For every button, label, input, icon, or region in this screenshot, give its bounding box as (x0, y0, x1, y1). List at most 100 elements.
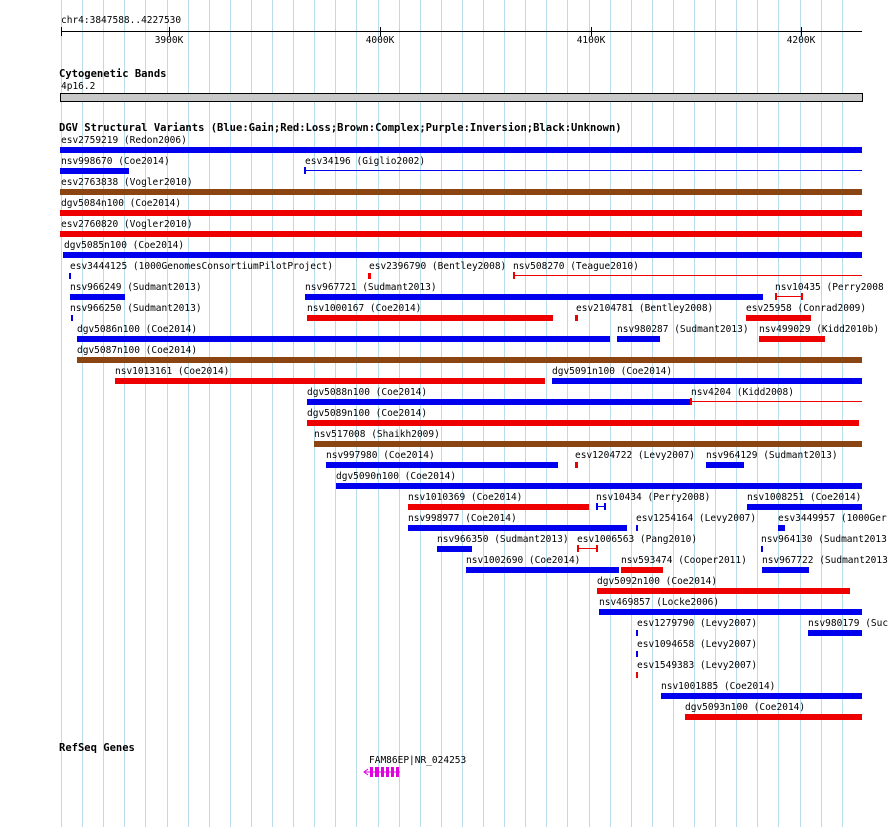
variant-label: esv1549383 (Levy2007) (637, 660, 758, 671)
cytoband-track-title[interactable]: Cytogenetic Bands (59, 68, 166, 80)
variant-bar-loss[interactable] (685, 714, 862, 720)
variant-label: esv1006563 (Pang2010) (577, 534, 698, 545)
variant-label: esv1094658 (Levy2007) (637, 639, 758, 650)
variant-label: esv2763838 (Vogler2010) (61, 177, 193, 188)
variant-bar-gain[interactable] (661, 693, 862, 699)
variant-label: dgv5084n100 (Coe2014) (61, 198, 182, 209)
variant-bar-loss-thin[interactable] (691, 401, 862, 402)
variant-bar-gain[interactable] (466, 567, 619, 573)
variant-bar-loss[interactable] (759, 336, 825, 342)
variant-bar-gain[interactable] (305, 294, 763, 300)
variant-bar-gain[interactable] (599, 609, 862, 615)
ruler-axis (61, 31, 862, 32)
dgv-track-title[interactable]: DGV Structural Variants (Blue:Gain;Red:L… (59, 122, 622, 134)
variant-bar-loss[interactable] (408, 504, 589, 510)
variant-label: esv3449957 (1000Ger (778, 513, 887, 524)
variant-label: esv2760820 (Vogler2010) (61, 219, 193, 230)
variant-bar-gain[interactable] (808, 630, 862, 636)
variant-bar-gain[interactable] (71, 315, 73, 321)
variant-label: esv2396790 (Bentley2008) (369, 261, 507, 272)
variant-label: dgv5087n100 (Coe2014) (77, 345, 198, 356)
variant-bar-loss[interactable] (746, 315, 811, 321)
cytoband-4p16-2[interactable] (60, 93, 863, 102)
variant-bar-complex[interactable] (77, 357, 862, 363)
variant-label: nsv964129 (Sudmant2013) (706, 450, 838, 461)
cytoband-label: 4p16.2 (61, 81, 96, 92)
variant-bar-gain-thin[interactable] (305, 170, 862, 171)
variant-label: dgv5089n100 (Coe2014) (307, 408, 428, 419)
variant-label: nsv1013161 (Coe2014) (115, 366, 230, 377)
variant-bar-gain[interactable] (617, 336, 660, 342)
variant-bar-loss-thin[interactable] (577, 548, 598, 549)
variant-bar-loss[interactable] (307, 420, 859, 426)
variant-label: dgv5091n100 (Coe2014) (552, 366, 673, 377)
variant-bar-gain[interactable] (60, 147, 862, 153)
variant-label: nsv469857 (Locke2006) (599, 597, 720, 608)
genome-browser-view: chr4:3847588..4227530 3900K 4000K 4100K … (0, 0, 890, 827)
variant-bar-gain[interactable] (69, 273, 71, 279)
grid-line (673, 0, 674, 827)
variant-bar-tick (304, 167, 306, 174)
variant-label: esv3444125 (1000GenomesConsortiumPilotPr… (70, 261, 334, 272)
grid-line (631, 0, 632, 827)
variant-bar-tick (604, 503, 606, 510)
variant-label: nsv517008 (Shaikh2009) (314, 429, 440, 440)
variant-bar-loss-thin[interactable] (775, 296, 803, 297)
variant-label: nsv508270 (Teague2010) (513, 261, 639, 272)
gene-model-fam86ep[interactable] (360, 765, 404, 779)
variant-bar-gain[interactable] (307, 399, 690, 405)
variant-bar-loss[interactable] (575, 315, 578, 321)
variant-bar-gain[interactable] (747, 504, 862, 510)
variant-bar-loss[interactable] (60, 231, 862, 237)
variant-bar-gain[interactable] (70, 294, 125, 300)
variant-bar-complex[interactable] (314, 441, 862, 447)
variant-bar-loss[interactable] (597, 588, 850, 594)
variant-bar-loss[interactable] (307, 315, 553, 321)
ruler-start-tick (61, 27, 62, 36)
variant-label: nsv998977 (Coe2014) (408, 513, 517, 524)
variant-bar-gain[interactable] (636, 651, 638, 657)
variant-bar-gain[interactable] (706, 462, 744, 468)
variant-bar-gain[interactable] (762, 567, 809, 573)
coordinate-label: chr4:3847588..4227530 (61, 15, 182, 26)
variant-bar-loss[interactable] (115, 378, 545, 384)
variant-bar-gain[interactable] (63, 252, 862, 258)
variant-bar-gain[interactable] (408, 525, 627, 531)
grid-line (821, 0, 822, 827)
variant-bar-loss[interactable] (621, 567, 663, 573)
variant-bar-gain[interactable] (326, 462, 558, 468)
variant-label: nsv1000167 (Coe2014) (307, 303, 422, 314)
variant-label: esv34196 (Giglio2002) (305, 156, 426, 167)
variant-bar-gain[interactable] (636, 630, 638, 636)
variant-label: nsv1010369 (Coe2014) (408, 492, 523, 503)
variant-label: nsv966249 (Sudmant2013) (70, 282, 202, 293)
variant-bar-loss-thin[interactable] (513, 275, 862, 276)
variant-bar-loss[interactable] (60, 210, 862, 216)
variant-bar-tick (690, 398, 692, 405)
variant-bar-loss[interactable] (636, 672, 638, 678)
ruler-label-4200k: 4200K (786, 35, 816, 46)
variant-label: nsv964130 (Sudmant2013 (761, 534, 887, 545)
variant-bar-gain[interactable] (437, 546, 472, 552)
variant-label: dgv5090n100 (Coe2014) (336, 471, 457, 482)
variant-bar-gain[interactable] (77, 336, 610, 342)
ruler-label-4100k: 4100K (576, 35, 606, 46)
variant-label: nsv980179 (Suc (808, 618, 889, 629)
variant-bar-gain[interactable] (636, 525, 638, 531)
variant-bar-complex[interactable] (60, 189, 862, 195)
variant-label: dgv5085n100 (Coe2014) (64, 240, 185, 251)
variant-bar-tick (801, 293, 803, 300)
variant-bar-gain[interactable] (761, 546, 763, 552)
variant-bar-gain[interactable] (778, 525, 785, 531)
variant-label: nsv1002690 (Coe2014) (466, 555, 581, 566)
variant-label: nsv593474 (Cooper2011) (621, 555, 747, 566)
variant-label: dgv5093n100 (Coe2014) (685, 702, 806, 713)
variant-bar-tick (596, 503, 598, 510)
variant-bar-loss[interactable] (575, 462, 578, 468)
variant-bar-tick (577, 545, 579, 552)
variant-bar-gain[interactable] (336, 483, 862, 489)
variant-bar-loss[interactable] (368, 273, 371, 279)
variant-bar-gain[interactable] (552, 378, 862, 384)
refseq-track-title[interactable]: RefSeq Genes (59, 742, 135, 754)
variant-bar-gain[interactable] (60, 168, 129, 174)
